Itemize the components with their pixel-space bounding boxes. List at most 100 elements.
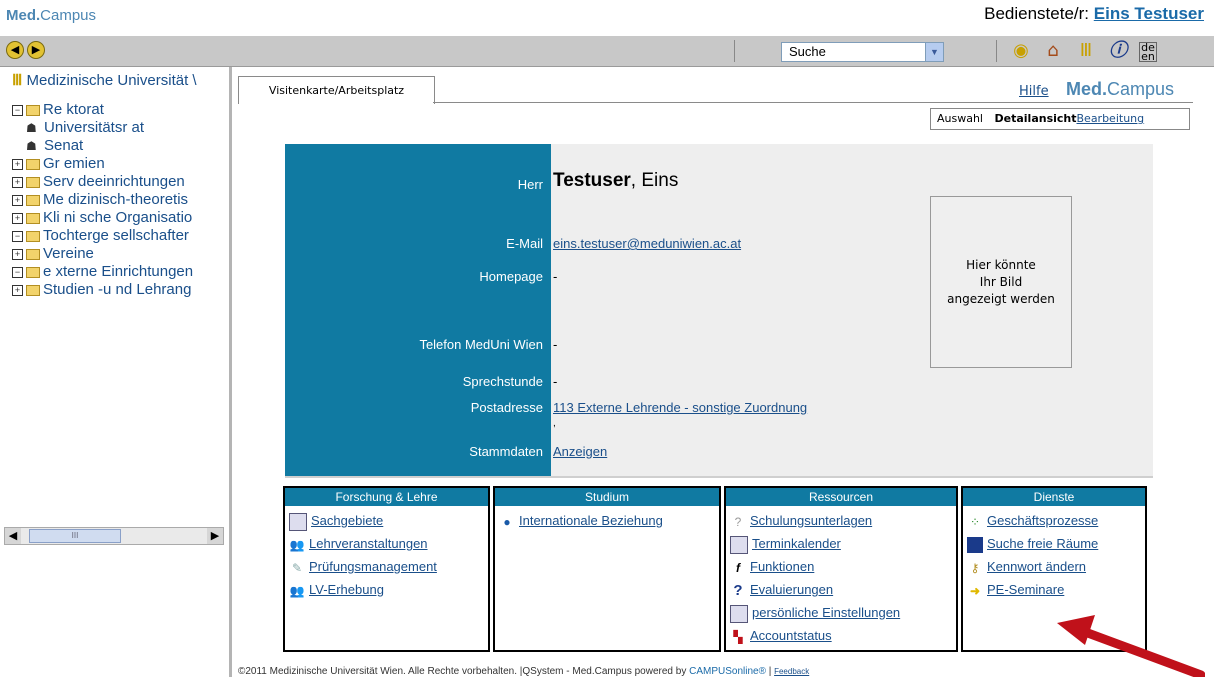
tree-item[interactable]: + Studien -u nd Lehrang xyxy=(12,281,191,299)
box-ressourcen: Ressourcen ? Schulungsunterlagen Terminka… xyxy=(724,486,958,652)
person-name: Testuser, Eins xyxy=(553,170,678,192)
tree-item-label: e xterne Einrichtungen xyxy=(43,263,194,280)
medcampus-logo-small[interactable]: Med.Campus xyxy=(6,7,96,24)
folder-icon xyxy=(26,230,40,242)
photo-text-line: Hier könnte xyxy=(966,257,1036,272)
calendar-icon xyxy=(730,535,748,554)
info-icon[interactable]: ⓘ xyxy=(1106,39,1130,63)
link-sachgebiete[interactable]: Sachgebiete xyxy=(311,513,383,528)
campusonline-link[interactable]: CAMPUSonline® xyxy=(689,666,766,677)
user-name-link[interactable]: Eins Testuser xyxy=(1094,4,1204,23)
tree-item-label: Serv deeinrichtungen xyxy=(43,173,185,190)
phone-value: - xyxy=(553,337,558,352)
tree-item-label: Tochterge sellschafter xyxy=(43,227,189,244)
list-item: ✎ Prüfungsmanagement xyxy=(289,555,488,578)
search-select[interactable]: Suche ▼ xyxy=(781,42,944,62)
link-lehrveranstaltungen[interactable]: Lehrveranstaltungen xyxy=(309,536,428,551)
university-icon: Ⅲ xyxy=(12,72,23,89)
tab-underline xyxy=(433,102,1193,103)
toolbar-divider xyxy=(996,40,997,62)
scroll-left-icon[interactable]: ◀ xyxy=(5,528,21,544)
tree-item[interactable]: − e xterne Einrichtungen xyxy=(12,263,193,281)
list-item: f Funktionen xyxy=(730,555,956,578)
expand-icon[interactable]: + xyxy=(12,212,23,224)
expand-icon[interactable]: + xyxy=(12,176,23,188)
salutation: Herr xyxy=(517,177,543,192)
subject-areas-icon xyxy=(289,512,307,531)
view-auswahl[interactable]: Auswahl xyxy=(937,112,983,125)
view-switcher: Auswahl DetailansichtBearbeitung xyxy=(930,108,1190,130)
chevron-down-icon[interactable]: ▼ xyxy=(925,43,943,61)
link-persoenliche-einstellungen[interactable]: persönliche Einstellungen xyxy=(752,605,900,620)
folder-icon xyxy=(26,158,40,170)
university-icon[interactable]: Ⅲ xyxy=(1074,39,1098,63)
tree-item-label: Studien -u nd Lehrang xyxy=(43,281,192,298)
expand-icon[interactable]: + xyxy=(12,194,23,206)
expand-icon[interactable]: + xyxy=(12,248,23,260)
tree-item[interactable]: + Serv deeinrichtungen xyxy=(12,173,185,191)
search-select-value: Suche xyxy=(789,44,826,59)
email-link[interactable]: eins.testuser@meduniwien.ac.at xyxy=(553,236,741,251)
tree-item[interactable]: ☗ Senat xyxy=(26,137,83,155)
address-link[interactable]: 113 Externe Lehrende - sonstige Zuordnun… xyxy=(553,400,807,415)
office-hours-value: - xyxy=(553,374,558,389)
email-label: E-Mail xyxy=(506,236,543,251)
home-icon[interactable]: ⌂ xyxy=(1041,39,1065,63)
account-icon: ▚ xyxy=(733,629,743,644)
link-evaluierungen[interactable]: Evaluierungen xyxy=(750,582,833,597)
link-accountstatus[interactable]: Accountstatus xyxy=(750,628,832,643)
profile-label-panel: Herr E-Mail Homepage Telefon MedUni Wien… xyxy=(285,144,551,476)
tree-item[interactable]: ☗ Universitätsr at xyxy=(26,119,144,137)
link-funktionen[interactable]: Funktionen xyxy=(750,559,814,574)
tab-visitenkarte[interactable]: Visitenkarte/Arbeitsplatz xyxy=(238,76,435,104)
collapse-icon[interactable]: − xyxy=(12,230,23,242)
process-icon: ⁘ xyxy=(969,514,981,529)
tree-item[interactable]: + Kli ni sche Organisatio xyxy=(12,209,192,227)
scroll-right-icon[interactable]: ▶ xyxy=(207,528,223,544)
footer: ©2011 Medizinische Universität Wien. All… xyxy=(238,666,809,677)
link-kennwort-aendern[interactable]: Kennwort ändern xyxy=(987,559,1086,574)
key-icon: ⚷ xyxy=(970,560,980,575)
collapse-icon[interactable]: − xyxy=(12,266,23,278)
language-icon[interactable]: de en xyxy=(1139,42,1157,62)
scroll-thumb[interactable]: III xyxy=(29,529,121,543)
master-data-link[interactable]: Anzeigen xyxy=(553,444,607,459)
view-detailansicht: Detailansicht xyxy=(994,112,1077,125)
link-geschaeftsprozesse[interactable]: Geschäftsprozesse xyxy=(987,513,1098,528)
photo-text-line: Ihr Bild xyxy=(979,274,1023,289)
tree-root[interactable]: Ⅲ Medizinische Universität \ xyxy=(12,71,197,89)
expand-icon[interactable]: + xyxy=(12,284,23,296)
question-icon: ? xyxy=(733,581,743,599)
link-suche-freie-raeume[interactable]: Suche freie Räume xyxy=(987,536,1098,551)
tree-item[interactable]: − Re ktorat xyxy=(12,101,104,119)
tree-item-label: Universitätsr at xyxy=(44,119,145,136)
eye-icon[interactable]: ◉ xyxy=(1009,39,1033,63)
help-link[interactable]: Hilfe xyxy=(1019,84,1049,99)
horizontal-scrollbar[interactable]: ◀ III ▶ xyxy=(4,527,224,545)
forward-icon[interactable]: ▶ xyxy=(27,41,45,59)
people-icon: ☗ xyxy=(26,121,37,135)
link-schulungsunterlagen[interactable]: Schulungsunterlagen xyxy=(750,513,872,528)
collapse-icon[interactable]: − xyxy=(12,104,23,116)
list-item: 👥 Lehrveranstaltungen xyxy=(289,532,488,555)
back-icon[interactable]: ◀ xyxy=(6,41,24,59)
tree-item[interactable]: + Gr emien xyxy=(12,155,105,173)
list-item: Sachgebiete xyxy=(289,509,488,532)
link-pruefungsmanagement[interactable]: Prüfungsmanagement xyxy=(309,559,437,574)
tree-item[interactable]: − Tochterge sellschafter xyxy=(12,227,189,245)
link-terminkalender[interactable]: Terminkalender xyxy=(752,536,841,551)
logo-med: Med xyxy=(6,7,36,24)
link-internationale-beziehung[interactable]: Internationale Beziehung xyxy=(519,513,663,528)
link-pe-seminare[interactable]: PE-Seminare xyxy=(987,582,1064,597)
tree-item[interactable]: + Vereine xyxy=(12,245,94,263)
divider xyxy=(285,476,1153,478)
tree-item[interactable]: + Me dizinisch-theoretis xyxy=(12,191,188,209)
expand-icon[interactable]: + xyxy=(12,158,23,170)
link-lv-erhebung[interactable]: LV-Erhebung xyxy=(309,582,384,597)
view-bearbeitung-link[interactable]: Bearbeitung xyxy=(1077,112,1145,125)
feedback-link[interactable]: Feedback xyxy=(774,667,809,676)
exam-icon: ✎ xyxy=(291,560,303,575)
box-studium: Studium ● Internationale Beziehung xyxy=(493,486,721,652)
arrow-right-icon: ➜ xyxy=(969,583,981,598)
toolbar-divider xyxy=(734,40,735,62)
